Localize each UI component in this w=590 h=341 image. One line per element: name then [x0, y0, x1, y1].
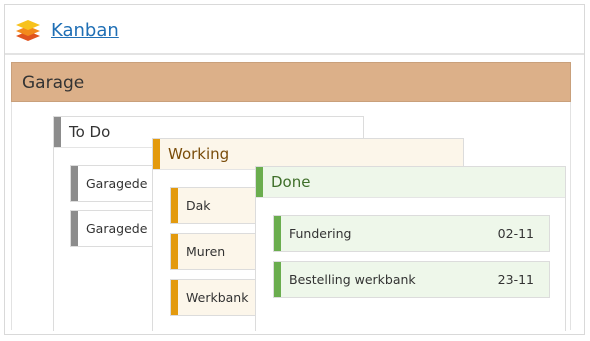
- app-title-link[interactable]: Kanban: [51, 20, 119, 41]
- kanban-logo-icon: [16, 20, 40, 41]
- column-done-title: Done: [271, 173, 311, 191]
- card-label: Bestelling werkbank: [289, 272, 416, 287]
- app-header: Kanban: [5, 5, 584, 55]
- card-date: 02-11: [497, 226, 534, 241]
- board-title: Garage: [22, 73, 85, 93]
- card-done-2[interactable]: Bestelling werkbank 23-11: [273, 261, 550, 298]
- card-color-bar: [71, 211, 78, 246]
- column-working-title: Working: [168, 145, 230, 163]
- card-label: Dak: [186, 198, 211, 213]
- column-todo-color-bar: [54, 117, 61, 147]
- card-color-bar: [274, 216, 281, 251]
- card-label: Garagede: [86, 221, 148, 236]
- column-done-color-bar: [256, 167, 263, 197]
- card-label: Fundering: [289, 226, 352, 241]
- card-color-bar: [274, 262, 281, 297]
- card-working-3[interactable]: Werkbank: [170, 279, 260, 316]
- card-working-1[interactable]: Dak: [170, 187, 260, 224]
- column-todo-title: To Do: [69, 123, 111, 141]
- column-working-color-bar: [153, 139, 160, 169]
- card-color-bar: [71, 166, 78, 201]
- card-color-bar: [171, 234, 178, 269]
- card-label: Garagede: [86, 176, 148, 191]
- card-working-2[interactable]: Muren: [170, 233, 260, 270]
- card-color-bar: [171, 188, 178, 223]
- card-done-1[interactable]: Fundering 02-11: [273, 215, 550, 252]
- card-date: 23-11: [497, 272, 534, 287]
- card-color-bar: [171, 280, 178, 315]
- card-label: Muren: [186, 244, 226, 259]
- card-label: Werkbank: [186, 290, 249, 305]
- column-done: Done Fundering 02-11 Bestelling werkbank…: [255, 166, 566, 331]
- board-header[interactable]: Garage: [11, 62, 571, 102]
- column-done-header[interactable]: Done: [256, 167, 565, 198]
